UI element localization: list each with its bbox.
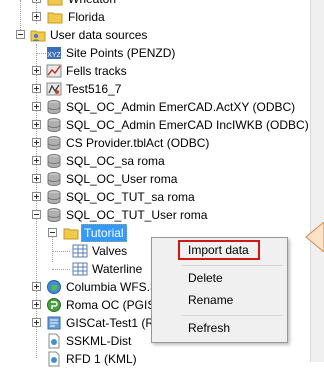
tree-item-sql-oc-sa-roma[interactable]: SQL_OC_sa roma	[0, 152, 310, 170]
expand-icon[interactable]	[32, 156, 41, 165]
tree-item-sql-oc-tut-user-roma[interactable]: SQL_OC_TUT_User roma	[0, 206, 310, 224]
tracks-layer-icon	[46, 64, 62, 78]
folder-icon	[63, 228, 79, 240]
expand-icon[interactable]	[32, 0, 41, 3]
tree-item-label: Wheaton	[66, 0, 118, 8]
menu-item-label: Delete	[188, 271, 223, 285]
tree-item-fells-tracks[interactable]: Fells tracks	[0, 62, 310, 80]
menu-separator	[182, 315, 283, 316]
kml-icon	[48, 351, 60, 367]
expand-icon[interactable]	[32, 318, 41, 327]
globe-icon	[47, 280, 61, 294]
expand-icon[interactable]	[32, 66, 41, 75]
tree-item-label: SQL_OC_TUT_User roma	[66, 208, 208, 222]
expand-icon[interactable]	[32, 174, 41, 183]
tree-item-label: CS Provider.tblAct (ODBC)	[66, 136, 210, 150]
tree-item-label: Columbia WFS.3	[66, 280, 157, 294]
tree-item-label: User data sources	[50, 28, 148, 42]
tree-item-label: SQL_OC_Admin EmerCAD IncIWKB (ODBC)	[66, 118, 309, 132]
tree-item-sql-admin-inciwkb[interactable]: SQL_OC_Admin EmerCAD IncIWKB (ODBC)	[0, 116, 310, 134]
tree-item-label: SQL_OC_User roma	[66, 172, 178, 186]
postgis-icon	[47, 298, 61, 312]
shapefile-layer-icon	[46, 82, 62, 96]
tree-item-site-points[interactable]: XYZ Site Points (PENZD)	[0, 44, 310, 62]
tree-item-user-data-sources[interactable]: User data sources	[0, 26, 310, 44]
database-icon	[47, 154, 61, 169]
tree-item-sql-oc-tut-sa-roma[interactable]: SQL_OC_TUT_sa roma	[0, 188, 310, 206]
tree-item-cs-provider[interactable]: CS Provider.tblAct (ODBC)	[0, 134, 310, 152]
tree-item-label: Valves	[92, 244, 128, 258]
callout-arrow-icon	[305, 222, 324, 252]
menu-separator	[182, 265, 283, 266]
tree-item-label: Roma OC (PGIS)	[66, 298, 160, 312]
database-icon	[47, 118, 61, 133]
tree-item-label: GISCat-Test1 (Re	[66, 316, 161, 330]
expand-icon[interactable]	[32, 120, 41, 129]
tree-item-label: SQL_OC_TUT_sa roma	[66, 190, 195, 204]
expand-icon[interactable]	[32, 102, 41, 111]
highlight-box	[178, 240, 260, 260]
folder-icon	[47, 0, 63, 6]
expand-icon[interactable]	[32, 282, 41, 291]
menu-item-label: Refresh	[188, 321, 231, 335]
tree-item-sql-admin-actxy[interactable]: SQL_OC_Admin EmerCAD.ActXY (ODBC)	[0, 98, 310, 116]
kml-icon	[48, 333, 60, 349]
database-icon	[47, 172, 61, 187]
database-icon	[47, 136, 61, 151]
tree-item-label: SSKML-Dist	[66, 334, 132, 348]
tree-item-label: RFD 1 (KML)	[66, 352, 137, 366]
tree-item-sql-oc-user-roma[interactable]: SQL_OC_User roma	[0, 170, 310, 188]
collapse-icon[interactable]	[48, 228, 57, 237]
user-folder-icon	[30, 30, 46, 42]
database-icon	[47, 190, 61, 205]
menu-item-delete[interactable]: Delete	[188, 269, 223, 287]
tree-item-label: Test516_7	[66, 82, 122, 96]
menu-item-rename[interactable]: Rename	[188, 291, 233, 309]
tree-item-label: SQL_OC_Admin EmerCAD.ActXY (ODBC)	[66, 100, 296, 114]
tree-item-wheaton[interactable]: Wheaton	[0, 0, 310, 8]
expand-icon[interactable]	[32, 300, 41, 309]
tree-item-label: Site Points (PENZD)	[66, 46, 176, 60]
expand-icon[interactable]	[32, 12, 41, 21]
table-icon	[72, 244, 88, 258]
expand-icon[interactable]	[32, 84, 41, 93]
tree-item-label: Florida	[68, 10, 105, 24]
xyz-layer-icon: XYZ	[47, 47, 62, 59]
svg-text:XYZ: XYZ	[47, 52, 61, 59]
table-icon	[72, 262, 88, 276]
database-icon	[47, 208, 61, 223]
tree-item-label: Fells tracks	[66, 64, 127, 78]
database-icon	[47, 100, 61, 115]
catalog-icon	[47, 316, 61, 330]
tree-item-test516-7[interactable]: Test516_7	[0, 80, 310, 98]
menu-item-refresh[interactable]: Refresh	[188, 319, 230, 337]
tree-item-label: SQL_OC_sa roma	[66, 154, 165, 168]
tree-item-label: Tutorial	[81, 224, 127, 242]
tree-item-rfd-1-kml[interactable]: RFD 1 (KML)	[0, 350, 310, 368]
collapse-icon[interactable]	[16, 30, 25, 39]
folder-icon	[47, 12, 63, 24]
menu-item-label: Rename	[188, 293, 234, 307]
tree-item-florida[interactable]: Florida	[0, 8, 310, 26]
tree-item-label: Waterline	[92, 262, 143, 276]
expand-icon[interactable]	[32, 192, 41, 201]
expand-icon[interactable]	[32, 138, 41, 147]
collapse-icon[interactable]	[32, 210, 41, 219]
panel-splitter[interactable]	[310, 0, 324, 362]
